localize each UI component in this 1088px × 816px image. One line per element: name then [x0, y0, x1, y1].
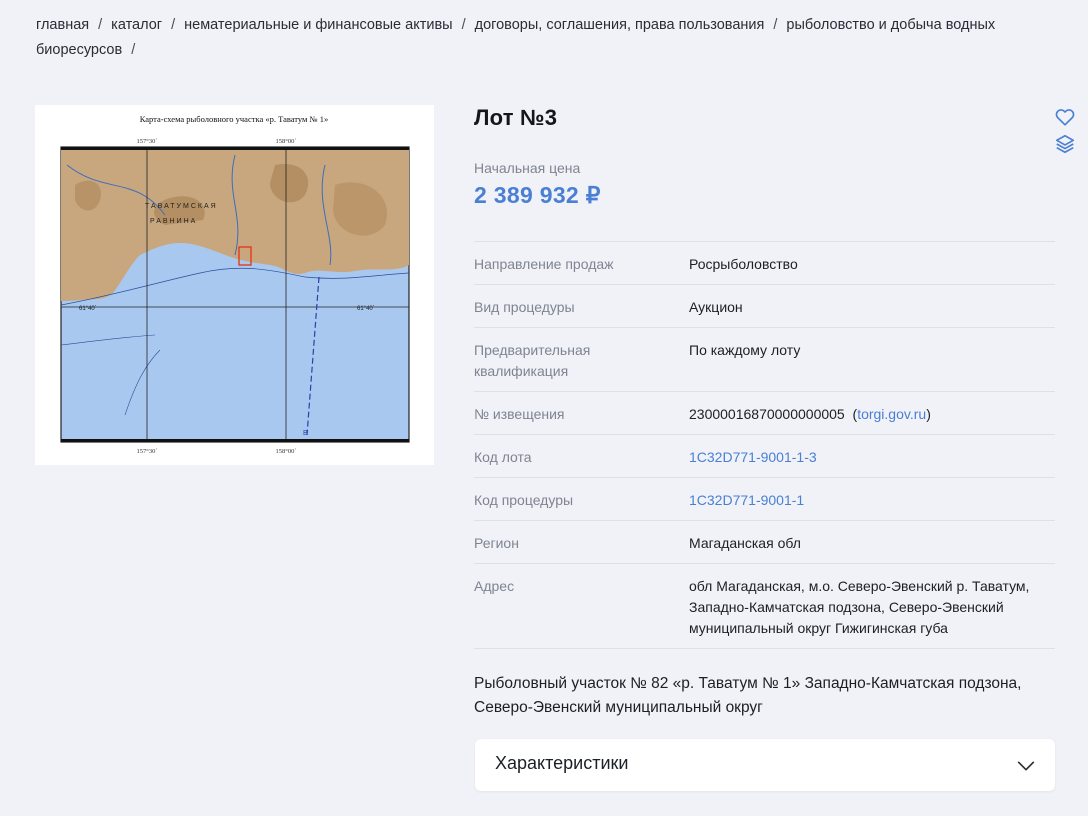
- property-key: Адрес: [474, 578, 515, 594]
- characteristics-accordion[interactable]: Характеристики: [475, 739, 1055, 791]
- lot-code-link[interactable]: 1С32D771-9001-1-3: [689, 449, 817, 465]
- lot-title: Лот №3: [474, 105, 558, 130]
- property-value: Аукцион: [689, 299, 743, 315]
- breadcrumb-item[interactable]: договоры, соглашения, права пользования: [475, 17, 765, 33]
- property-value: 23000016870000000005 (torgi.gov.ru): [689, 406, 931, 422]
- breadcrumb-item[interactable]: каталог: [111, 17, 162, 33]
- property-row: Адрес обл Магаданская, м.о. Северо-Эвенс…: [474, 564, 1055, 649]
- lat-label-right: 61°40´: [357, 306, 375, 312]
- breadcrumb-separator: /: [131, 42, 136, 58]
- property-value: По каждому лоту: [689, 342, 801, 358]
- price-label: Начальная цена: [474, 160, 581, 176]
- property-key: Код процедуры: [474, 492, 574, 508]
- breadcrumb: главная / каталог / нематериальные и финансо…: [36, 13, 1088, 63]
- property-value: обл Магаданская, м.о. Северо-Эвенский р.…: [689, 578, 1030, 636]
- notice-number: 23000016870000000005: [689, 406, 845, 422]
- lon-label-top-1: 157°30´: [136, 138, 157, 145]
- lot-description: Рыболовный участок № 82 «р. Таватум № 1»…: [474, 675, 1022, 716]
- property-row: Вид процедуры Аукцион: [474, 285, 1055, 328]
- layers-icon: [1055, 134, 1075, 154]
- property-row: Код процедуры 1С32D771-9001-1: [474, 478, 1055, 521]
- boundary-marker-label: В: [303, 430, 308, 437]
- lon-label-top-2: 158°00´: [275, 138, 296, 145]
- compare-button[interactable]: [1054, 133, 1076, 155]
- map-scheme: Карта-схема рыболовного участка «р. Тава…: [60, 114, 410, 455]
- property-key: Направление продаж: [474, 256, 614, 272]
- breadcrumb-separator: /: [171, 17, 176, 33]
- lot-map-image[interactable]: Карта-схема рыболовного участка «р. Тава…: [35, 105, 434, 465]
- procedure-code-link[interactable]: 1С32D771-9001-1: [689, 492, 804, 508]
- property-key: Регион: [474, 535, 519, 551]
- chevron-down-icon: [1017, 761, 1035, 771]
- property-row: Код лота 1С32D771-9001-1-3: [474, 435, 1055, 478]
- breadcrumb-separator: /: [98, 17, 103, 33]
- lon-label-bottom-1: 157°30´: [136, 448, 157, 455]
- lot-properties-table: Направление продаж Росрыболовство Вид пр…: [474, 241, 1055, 649]
- property-row: № извещения 23000016870000000005 (torgi.…: [474, 392, 1055, 435]
- map-place-label-2: РАВНИНА: [150, 218, 197, 225]
- map-caption: Карта-схема рыболовного участка «р. Тава…: [140, 114, 329, 124]
- property-row: Предварительная квалификация По каждому …: [474, 328, 1055, 392]
- breadcrumb-separator: /: [773, 17, 778, 33]
- torgi-link[interactable]: torgi.gov.ru: [857, 406, 926, 422]
- property-key: Вид процедуры: [474, 299, 575, 315]
- lon-label-bottom-2: 158°00´: [275, 448, 296, 455]
- property-key: Код лота: [474, 449, 532, 465]
- accordion-title: Характеристики: [495, 753, 629, 773]
- favorite-button[interactable]: [1054, 106, 1076, 128]
- lat-label-left: 61°40´: [79, 306, 97, 312]
- price-value: 2 389 932 ₽: [474, 182, 601, 208]
- breadcrumb-separator: /: [461, 17, 466, 33]
- property-row: Направление продаж Росрыболовство: [474, 242, 1055, 285]
- property-key: № извещения: [474, 406, 565, 422]
- property-value: Росрыболовство: [689, 256, 798, 272]
- map-place-label-1: ТАВАТУМСКАЯ: [145, 203, 218, 210]
- breadcrumb-item[interactable]: главная: [36, 17, 89, 33]
- breadcrumb-item[interactable]: нематериальные и финансовые активы: [184, 17, 452, 33]
- property-row: Регион Магаданская обл: [474, 521, 1055, 564]
- property-key: Предварительная квалификация: [474, 342, 591, 379]
- property-value: Магаданская обл: [689, 535, 801, 551]
- heart-icon: [1055, 109, 1075, 126]
